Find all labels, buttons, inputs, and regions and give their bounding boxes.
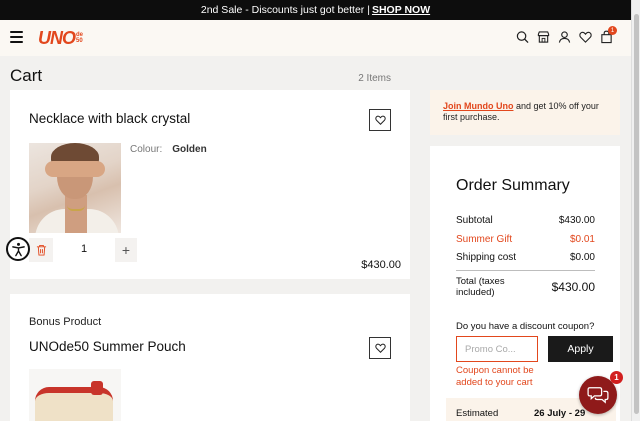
wishlist-button[interactable]: [369, 109, 391, 131]
shipping-value: $0.00: [569, 252, 595, 263]
apply-coupon-button[interactable]: Apply: [548, 336, 613, 362]
shop-now-link[interactable]: SHOP NOW: [372, 4, 430, 16]
site-header: UNO de 50 1: [0, 20, 631, 56]
product-image[interactable]: [29, 369, 121, 421]
product-image[interactable]: [29, 143, 121, 233]
items-count: 2 Items: [358, 73, 391, 84]
bag-icon[interactable]: 1: [600, 26, 617, 44]
summary-title: Order Summary: [456, 177, 570, 194]
trash-icon: [36, 244, 46, 256]
loyalty-banner: Join Mundo Uno and get 10% off your firs…: [430, 90, 620, 135]
heart-icon[interactable]: [579, 30, 592, 44]
coupon-question: Do you have a discount coupon?: [456, 321, 595, 332]
remove-item-button[interactable]: [29, 238, 53, 262]
product-name[interactable]: Necklace with black crystal: [29, 111, 190, 126]
gift-value: $0.01: [569, 234, 595, 245]
cart-count-badge: 1: [608, 26, 617, 35]
wishlist-button[interactable]: [369, 337, 391, 359]
coupon-error-message: Coupon cannot be added to your cart: [456, 365, 534, 388]
subtotal-label: Subtotal: [456, 215, 493, 226]
subtotal-value: $430.00: [558, 215, 595, 226]
increase-quantity-button[interactable]: +: [115, 238, 137, 262]
subtotal-row: Subtotal $430.00: [456, 215, 595, 226]
gift-row: Summer Gift $0.01: [456, 234, 595, 245]
total-label: Total (taxes included): [456, 276, 505, 298]
quantity-value: 1: [80, 243, 88, 255]
logo-sup: de 50: [76, 32, 84, 44]
bonus-label: Bonus Product: [29, 316, 102, 328]
attribute-value: Golden: [172, 144, 207, 155]
search-icon[interactable]: [516, 30, 529, 44]
heart-icon: [374, 115, 386, 125]
item-price: $430.00: [361, 259, 401, 271]
shipping-row: Shipping cost $0.00: [456, 252, 595, 263]
summary-divider: [456, 270, 595, 271]
chat-icon: [587, 387, 609, 404]
scrollbar[interactable]: [631, 0, 640, 421]
product-attribute: Colour: Golden: [130, 144, 207, 155]
heart-icon: [374, 343, 386, 353]
page-title: Cart: [10, 66, 43, 85]
menu-icon[interactable]: [10, 31, 23, 43]
promo-text: 2nd Sale - Discounts just got better |: [200, 4, 370, 16]
quantity-stepper: 1 +: [29, 238, 137, 262]
join-club-link[interactable]: Join Mundo Uno: [443, 101, 513, 111]
logo-text: UNO: [38, 27, 76, 48]
cart-item-card: Necklace with black crystal Colour: Golde…: [10, 90, 410, 279]
header-icons: 1: [516, 26, 617, 44]
accessibility-button[interactable]: [6, 237, 30, 261]
scrollbar-thumb[interactable]: [634, 14, 639, 414]
estimate-label: Estimated: [456, 408, 499, 419]
total-row: Total (taxes included) $430.00: [456, 276, 595, 298]
chat-notification-badge: 1: [610, 371, 623, 384]
bonus-item-card: Bonus Product UNOde50 Summer Pouch: [10, 294, 410, 421]
accessibility-icon: [11, 242, 25, 256]
logo[interactable]: UNO de 50: [38, 28, 83, 48]
promo-code-input[interactable]: [456, 336, 538, 362]
shipping-label: Shipping cost: [456, 252, 517, 263]
store-icon[interactable]: [537, 30, 550, 44]
product-name[interactable]: UNOde50 Summer Pouch: [29, 339, 186, 354]
attribute-label: Colour:: [130, 144, 163, 155]
user-icon[interactable]: [558, 30, 571, 44]
gift-label: Summer Gift: [456, 234, 513, 245]
promo-bar: 2nd Sale - Discounts just got better | S…: [0, 0, 631, 20]
estimate-value: 26 July - 29: [534, 408, 586, 419]
total-value: $430.00: [551, 280, 595, 294]
